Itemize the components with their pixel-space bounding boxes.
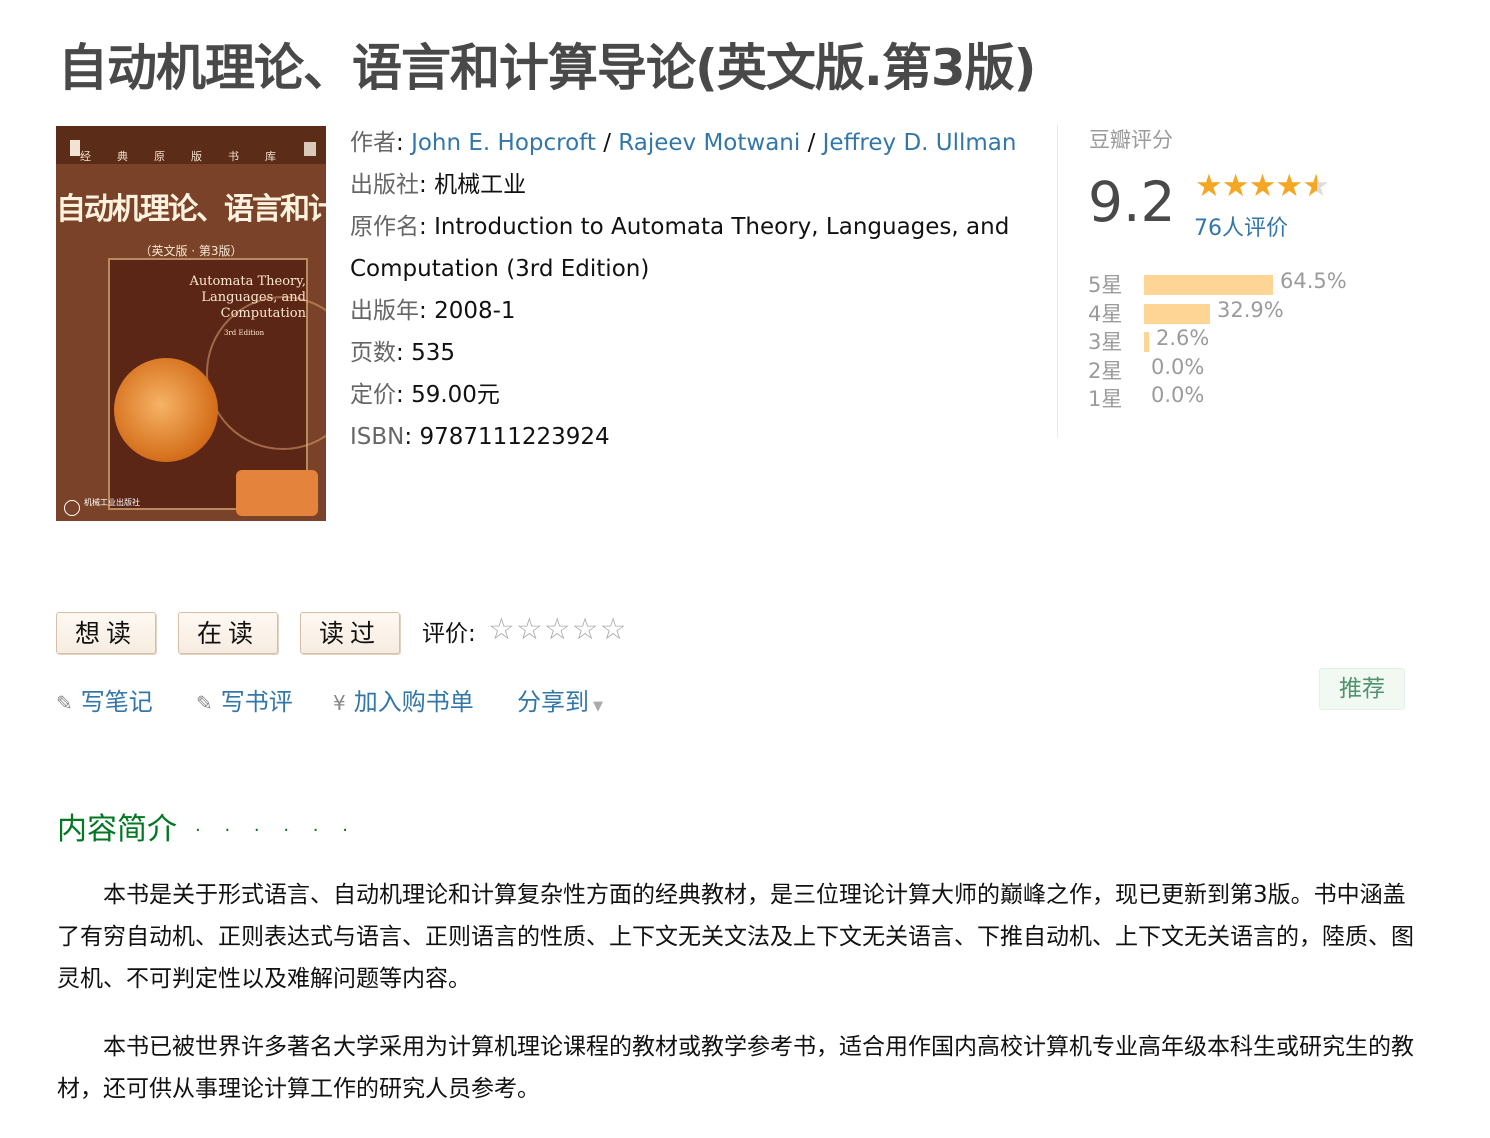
- star-half-icon: ★: [1302, 168, 1330, 204]
- rating-row-label: 4星: [1088, 301, 1123, 326]
- book-cover-image[interactable]: 经典原版书库 自动机理论、语言和计算导论 （英文版 · 第3版） Automat…: [56, 126, 326, 521]
- rating-percent: 32.9%: [1217, 297, 1284, 322]
- rating-percent: 2.6%: [1156, 326, 1210, 350]
- summary-body: 本书是关于形式语言、自动机理论和计算复杂性方面的经典教材，是三位理论计算大师的巅…: [57, 874, 1417, 1136]
- read-button[interactable]: 读过: [300, 612, 400, 654]
- publisher-value: 机械工业: [434, 172, 527, 198]
- reading-button[interactable]: 在读: [178, 612, 278, 654]
- rating-row-label: 5星: [1088, 273, 1123, 297]
- rating-bar: [1144, 303, 1210, 324]
- rating-count-link[interactable]: 76人评价: [1194, 210, 1288, 242]
- price-label: 定价: [350, 382, 396, 408]
- chevron-down-icon: ▼: [593, 699, 603, 714]
- star-full-icon: ★: [1275, 168, 1303, 204]
- cover-edition: （英文版 · 第3版）: [139, 244, 243, 258]
- publisher-label: 出版社: [350, 172, 419, 198]
- author-link-3[interactable]: Jeffrey D. Ullman: [823, 130, 1017, 156]
- original-title-row: 原作名: Introduction to Automata Theory, La…: [350, 214, 1010, 282]
- author-link-2[interactable]: Rajeev Motwani: [618, 130, 800, 156]
- share-link[interactable]: 分享到 ▼: [517, 682, 603, 717]
- rating-bar: [1144, 332, 1149, 352]
- rate-label: 评价:: [422, 621, 476, 647]
- original-title-value: Introduction to Automata Theory, Languag…: [350, 214, 1010, 282]
- add-booklist-link[interactable]: ¥ 加入购书单: [333, 682, 474, 717]
- rating-row-label: 1星: [1088, 387, 1123, 411]
- cover-sun-illustration: [114, 358, 218, 462]
- summary-paragraph-2: 本书已被世界许多著名大学采用为计算机理论课程的教材或教学参考书，适合用作国内高校…: [57, 1034, 1414, 1102]
- rating-percent: 0.0%: [1151, 383, 1205, 407]
- page-title: 自动机理论、语言和计算导论(英文版.第3版): [58, 39, 1036, 97]
- summary-dots: · · · · · ·: [195, 820, 357, 841]
- write-review-link[interactable]: ✎ 写书评: [196, 682, 293, 717]
- want-read-button[interactable]: 想读: [56, 612, 156, 654]
- cover-english-title: Automata Theory, Languages, and Computat…: [189, 274, 306, 321]
- pencil-icon: ✎: [196, 691, 213, 715]
- author-row: 作者: John E. Hopcroft / Rajeev Motwani / …: [350, 130, 1017, 156]
- pubdate-label: 出版年: [350, 298, 419, 324]
- rating-stars-icon: ★★★★★: [1195, 168, 1330, 204]
- write-note-link[interactable]: ✎ 写笔记: [56, 682, 153, 717]
- cover-publisher: 机械工业出版社: [84, 498, 140, 507]
- cover-english-edition: 3rd Edition: [224, 329, 265, 337]
- star-full-icon: ★: [1221, 168, 1250, 204]
- star-full-icon: ★: [1248, 168, 1277, 204]
- price-row: 定价: 59.00元: [350, 382, 500, 408]
- isbn-value: 9787111223924: [419, 424, 610, 450]
- pencil-icon: ✎: [56, 691, 73, 715]
- star-full-icon: ★: [1195, 168, 1223, 204]
- summary-heading: 内容简介 · · · · · ·: [57, 812, 357, 847]
- cover-logo-icon: [70, 140, 80, 156]
- yen-icon: ¥: [333, 691, 346, 715]
- summary-paragraph-1: 本书是关于形式语言、自动机理论和计算复杂性方面的经典教材，是三位理论计算大师的巅…: [57, 882, 1414, 992]
- cover-title: 自动机理论、语言和计算导论: [56, 192, 326, 227]
- author-label: 作者: [350, 130, 396, 156]
- pages-value: 535: [411, 340, 455, 366]
- recommend-button[interactable]: 推荐: [1319, 668, 1405, 710]
- pubdate-row: 出版年: 2008-1: [350, 298, 516, 324]
- isbn-row: ISBN: 9787111223924: [350, 424, 610, 450]
- author-link-1[interactable]: John E. Hopcroft: [411, 130, 596, 156]
- rating-percent: 0.0%: [1151, 354, 1205, 379]
- original-title-label: 原作名: [350, 214, 419, 240]
- rate-stars-input[interactable]: ☆☆☆☆☆: [488, 612, 627, 647]
- price-value: 59.00元: [411, 382, 500, 408]
- pubdate-value: 2008-1: [434, 298, 516, 324]
- publisher-row: 出版社: 机械工业: [350, 172, 527, 198]
- rating-percent: 64.5%: [1280, 269, 1347, 293]
- cover-author-badge: [236, 470, 318, 516]
- rating-row-label: 3星: [1088, 330, 1123, 354]
- cover-publisher-icon: [64, 500, 80, 516]
- book-info: 作者: John E. Hopcroft / Rajeev Motwani / …: [350, 122, 1030, 458]
- isbn-label: ISBN: [350, 424, 405, 450]
- rating-panel: 豆瓣评分 9.2 ★★★★★ 76人评价 5星 64.5% 4星 32.9% 3星 2.6…: [1057, 124, 1378, 438]
- pages-row: 页数: 535: [350, 340, 455, 366]
- cover-series: 经典原版书库: [80, 150, 302, 163]
- cover-pearson-icon: [304, 142, 316, 156]
- rating-label: 豆瓣评分: [1089, 128, 1173, 152]
- rating-bar: [1144, 275, 1273, 295]
- rating-row-label: 2星: [1088, 358, 1123, 383]
- pages-label: 页数: [350, 340, 396, 366]
- rating-score: 9.2: [1088, 170, 1176, 234]
